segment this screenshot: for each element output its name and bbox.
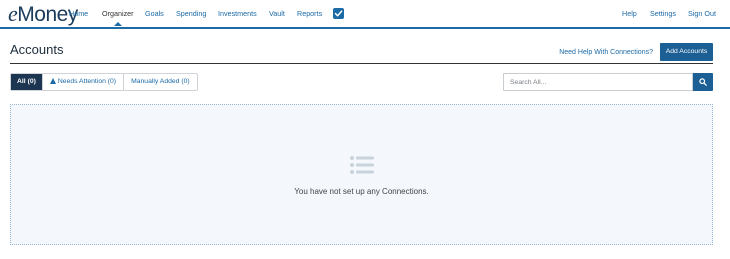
top-nav: eMoney Home Organizer Goals Spending Inv…	[0, 0, 730, 29]
active-nav-indicator	[114, 22, 122, 26]
page-title: Accounts	[10, 42, 64, 57]
tab-needs-attention-label: Needs Attention (0)	[57, 78, 117, 85]
add-accounts-button[interactable]: Add Accounts	[660, 43, 713, 61]
tab-all[interactable]: All (0)	[11, 74, 43, 90]
nav-goals[interactable]: Goals	[145, 9, 164, 18]
search-icon	[699, 78, 707, 86]
logo-prefix: e	[8, 1, 18, 26]
nav-investments[interactable]: Investments	[218, 9, 257, 18]
tab-manually-added[interactable]: Manually Added (0)	[124, 74, 197, 90]
search-input[interactable]	[503, 73, 693, 91]
nav-settings[interactable]: Settings	[650, 9, 676, 18]
checkbox-checked-icon[interactable]	[333, 8, 344, 19]
search-button[interactable]	[693, 73, 713, 91]
empty-state-message: You have not set up any Connections.	[294, 187, 429, 196]
nav-sign-out[interactable]: Sign Out	[688, 9, 716, 18]
list-icon	[350, 156, 374, 174]
nav-home[interactable]: Home	[69, 9, 88, 18]
title-divider	[10, 63, 713, 64]
nav-reports[interactable]: Reports	[297, 9, 322, 18]
nav-vault[interactable]: Vault	[269, 9, 285, 18]
nav-help[interactable]: Help	[622, 9, 637, 18]
emoney-logo[interactable]: eMoney	[8, 3, 78, 26]
warning-icon	[49, 77, 56, 84]
tab-needs-attention[interactable]: Needs Attention (0)	[43, 74, 125, 90]
filter-tabs: All (0) Needs Attention (0) Manually Add…	[10, 73, 198, 91]
help-connections-link[interactable]: Need Help With Connections?	[559, 48, 653, 57]
tab-manually-added-label: Manually Added (0)	[131, 78, 190, 85]
connections-empty-panel: You have not set up any Connections.	[10, 104, 713, 245]
tab-all-label: All (0)	[17, 78, 36, 85]
nav-spending[interactable]: Spending	[176, 9, 206, 18]
nav-organizer[interactable]: Organizer	[102, 9, 134, 18]
